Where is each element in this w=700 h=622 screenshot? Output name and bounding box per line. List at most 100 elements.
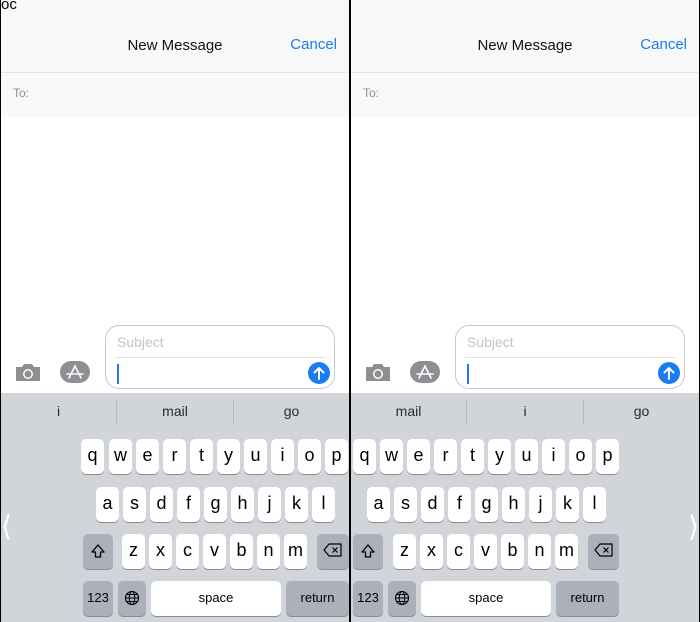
suggestion-1[interactable]: mail	[351, 393, 466, 430]
key-c[interactable]: c	[447, 534, 470, 569]
subject-placeholder[interactable]: Subject	[117, 334, 164, 350]
key-u[interactable]: u	[515, 439, 538, 474]
shift-icon	[91, 544, 105, 558]
return-key[interactable]: return	[286, 581, 349, 616]
to-label: To:	[363, 86, 380, 100]
key-j[interactable]: j	[529, 487, 552, 522]
compose-divider	[465, 357, 675, 358]
key-t[interactable]: t	[190, 439, 213, 474]
key-k[interactable]: k	[556, 487, 579, 522]
key-d[interactable]: d	[150, 487, 173, 522]
key-g[interactable]: g	[204, 487, 227, 522]
key-p[interactable]: p	[325, 439, 348, 474]
shift-key[interactable]	[353, 534, 383, 569]
key-e[interactable]: e	[407, 439, 430, 474]
key-z[interactable]: z	[122, 534, 145, 569]
message-compose-field[interactable]: Subject	[105, 325, 335, 389]
globe-key[interactable]	[388, 581, 416, 616]
key-p[interactable]: p	[596, 439, 619, 474]
key-l[interactable]: l	[312, 487, 335, 522]
arrow-up-icon	[663, 367, 675, 380]
key-n[interactable]: n	[257, 534, 280, 569]
key-h[interactable]: h	[502, 487, 525, 522]
key-a[interactable]: a	[367, 487, 390, 522]
message-panel-right: New Message Cancel To: Subject mail i go…	[351, 0, 699, 622]
arrow-up-icon	[313, 367, 325, 380]
delete-key[interactable]	[588, 534, 619, 569]
key-q[interactable]: q	[81, 439, 104, 474]
to-label: To:	[13, 86, 30, 100]
keyboard: mail i go q w e r t y u i o p a s d f g …	[351, 393, 699, 622]
globe-key[interactable]	[118, 581, 146, 616]
suggestion-3[interactable]: go	[584, 393, 699, 430]
cancel-button[interactable]: Cancel	[640, 36, 687, 53]
app-store-icon[interactable]	[59, 360, 91, 384]
key-b[interactable]: b	[501, 534, 524, 569]
key-d[interactable]: d	[421, 487, 444, 522]
numbers-key[interactable]: 123	[353, 581, 383, 616]
key-v[interactable]: v	[203, 534, 226, 569]
numbers-key[interactable]: 123	[83, 581, 113, 616]
key-c[interactable]: c	[176, 534, 199, 569]
suggestion-1[interactable]: i	[1, 393, 116, 430]
recipient-field[interactable]: To:	[1, 73, 349, 117]
return-key[interactable]: return	[556, 581, 619, 616]
key-s[interactable]: s	[394, 487, 417, 522]
key-w[interactable]: w	[380, 439, 403, 474]
key-f[interactable]: f	[177, 487, 200, 522]
key-b[interactable]: b	[230, 534, 253, 569]
camera-icon[interactable]	[13, 360, 43, 384]
key-y[interactable]: y	[488, 439, 511, 474]
key-x[interactable]: x	[149, 534, 172, 569]
key-y[interactable]: y	[217, 439, 240, 474]
key-s[interactable]: s	[123, 487, 146, 522]
predictive-bar: mail i go	[351, 393, 699, 430]
suggestion-2[interactable]: mail	[117, 393, 233, 430]
message-compose-field[interactable]: Subject	[455, 325, 685, 389]
chevron-right-icon[interactable]: ⟩	[688, 510, 699, 543]
key-n[interactable]: n	[528, 534, 551, 569]
suggestion-2[interactable]: i	[467, 393, 583, 430]
key-q[interactable]: q	[353, 439, 376, 474]
backspace-icon	[593, 543, 613, 557]
key-r[interactable]: r	[163, 439, 186, 474]
camera-icon[interactable]	[363, 360, 393, 384]
key-e[interactable]: e	[136, 439, 159, 474]
key-o[interactable]: o	[298, 439, 321, 474]
compose-divider	[115, 357, 325, 358]
key-i[interactable]: i	[542, 439, 565, 474]
app-store-icon[interactable]	[409, 360, 441, 384]
key-m[interactable]: m	[555, 534, 578, 569]
chevron-left-icon[interactable]: ⟨	[1, 510, 12, 543]
recipient-field[interactable]: To:	[351, 73, 699, 117]
key-g[interactable]: g	[475, 487, 498, 522]
globe-icon	[124, 590, 140, 606]
key-w[interactable]: w	[109, 439, 132, 474]
key-o[interactable]: o	[569, 439, 592, 474]
key-i[interactable]: i	[271, 439, 294, 474]
key-x[interactable]: x	[420, 534, 443, 569]
key-l[interactable]: l	[583, 487, 606, 522]
key-f[interactable]: f	[448, 487, 471, 522]
key-r[interactable]: r	[434, 439, 457, 474]
navigation-bar: New Message Cancel	[351, 0, 699, 73]
key-a[interactable]: a	[96, 487, 119, 522]
key-j[interactable]: j	[258, 487, 281, 522]
delete-key[interactable]	[317, 534, 349, 569]
key-v[interactable]: v	[474, 534, 497, 569]
space-key[interactable]: space	[151, 581, 281, 616]
shift-icon	[361, 544, 375, 558]
suggestion-3[interactable]: go	[234, 393, 349, 430]
key-t[interactable]: t	[461, 439, 484, 474]
key-m[interactable]: m	[284, 534, 307, 569]
key-h[interactable]: h	[231, 487, 254, 522]
send-button[interactable]	[308, 362, 330, 384]
shift-key[interactable]	[83, 534, 113, 569]
subject-placeholder[interactable]: Subject	[467, 334, 514, 350]
cancel-button[interactable]: Cancel	[290, 36, 337, 53]
key-z[interactable]: z	[393, 534, 416, 569]
key-k[interactable]: k	[285, 487, 308, 522]
key-u[interactable]: u	[244, 439, 267, 474]
send-button[interactable]	[658, 362, 680, 384]
space-key[interactable]: space	[421, 581, 551, 616]
